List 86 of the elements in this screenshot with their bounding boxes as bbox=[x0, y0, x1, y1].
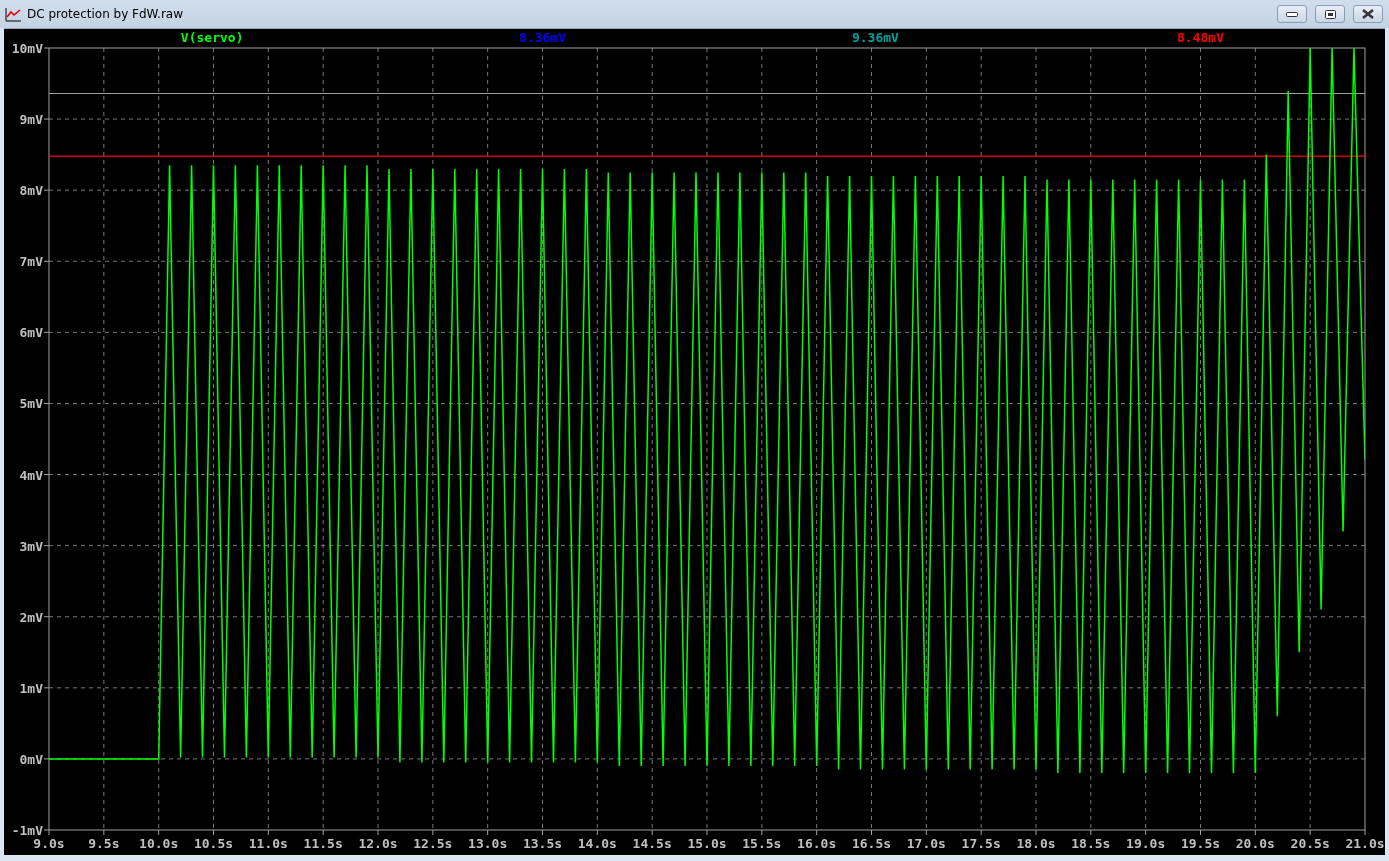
x-tick bbox=[487, 829, 489, 836]
x-tick bbox=[761, 829, 763, 836]
y-tick bbox=[43, 189, 50, 191]
y-tick-label: 10mV bbox=[11, 41, 43, 56]
x-tick-label: 9.5s bbox=[88, 836, 120, 851]
y-tick-label: -1mV bbox=[11, 823, 43, 838]
x-tick-label: 10.5s bbox=[193, 836, 234, 851]
x-tick-label: 18.0s bbox=[1016, 836, 1056, 851]
y-tick-label: 1mV bbox=[19, 680, 43, 696]
x-tick bbox=[651, 829, 653, 836]
x-tick bbox=[267, 829, 269, 836]
x-tick bbox=[1200, 829, 1201, 836]
x-tick-label: 21.0s bbox=[1345, 836, 1385, 851]
y-tick-label: 6mV bbox=[19, 325, 43, 341]
x-tick bbox=[542, 829, 543, 836]
x-tick bbox=[706, 829, 708, 836]
x-tick-label: 11.0s bbox=[248, 836, 288, 851]
x-tick bbox=[1145, 829, 1147, 836]
x-tick bbox=[871, 829, 872, 836]
y-tick-label: 8mV bbox=[19, 183, 43, 199]
y-tick bbox=[43, 118, 50, 120]
x-tick bbox=[158, 829, 160, 836]
y-tick bbox=[43, 616, 50, 618]
x-tick-label: 16.0s bbox=[797, 836, 837, 851]
x-tick bbox=[1035, 829, 1037, 836]
x-tick bbox=[596, 829, 598, 836]
y-tick-label: 3mV bbox=[19, 538, 43, 554]
y-tick bbox=[43, 758, 50, 760]
y-tick-label: 4mV bbox=[19, 467, 43, 483]
restore-button[interactable] bbox=[1315, 5, 1345, 23]
y-tick bbox=[43, 260, 50, 262]
x-tick-label: 11.5s bbox=[303, 836, 343, 851]
x-tick-label: 19.0s bbox=[1126, 836, 1166, 851]
x-tick-label: 16.5s bbox=[851, 836, 892, 851]
cursor-readout: 9.36mV bbox=[851, 30, 899, 45]
close-button[interactable] bbox=[1353, 5, 1383, 23]
y-tick bbox=[43, 402, 50, 404]
y-tick bbox=[43, 687, 50, 689]
y-tick-label: 7mV bbox=[19, 254, 43, 270]
y-tick-label: 0mV bbox=[19, 751, 43, 767]
minimize-icon bbox=[1286, 11, 1298, 17]
x-tick bbox=[1309, 829, 1311, 836]
close-icon bbox=[1362, 9, 1374, 19]
x-tick-label: 10.0s bbox=[139, 836, 179, 851]
y-tick bbox=[43, 47, 50, 49]
x-tick-label: 20.5s bbox=[1290, 836, 1330, 851]
x-tick bbox=[1090, 829, 1092, 836]
x-tick bbox=[322, 829, 324, 836]
x-tick-label: 14.0s bbox=[577, 836, 617, 851]
chart-app-icon bbox=[5, 6, 22, 22]
x-tick-label: 14.5s bbox=[632, 836, 672, 851]
x-tick-label: 18.5s bbox=[1071, 836, 1111, 851]
x-tick bbox=[1254, 829, 1256, 836]
cursor-readout: 8.48mV bbox=[1177, 30, 1224, 45]
y-tick-label: 9mV bbox=[19, 112, 43, 128]
x-tick-label: 20.0s bbox=[1235, 836, 1275, 851]
x-tick bbox=[816, 829, 818, 836]
x-tick-label: 15.5s bbox=[742, 836, 782, 851]
window-title: DC protection by FdW.raw bbox=[27, 7, 184, 21]
y-tick-label: 2mV bbox=[19, 609, 43, 625]
x-tick bbox=[213, 829, 214, 836]
trace-name: V(servo) bbox=[180, 30, 244, 45]
x-tick-label: 12.0s bbox=[358, 836, 398, 851]
x-tick-label: 13.5s bbox=[522, 836, 563, 851]
y-tick bbox=[43, 474, 50, 476]
x-tick bbox=[1364, 829, 1366, 836]
x-tick bbox=[980, 829, 982, 836]
x-tick-label: 12.5s bbox=[413, 836, 453, 851]
minimize-button[interactable] bbox=[1277, 5, 1307, 23]
restore-icon bbox=[1324, 9, 1336, 19]
x-tick-label: 13.0s bbox=[468, 836, 508, 851]
x-tick-label: 15.0s bbox=[687, 836, 727, 851]
y-tick-label: 5mV bbox=[19, 396, 43, 412]
x-tick bbox=[432, 829, 434, 836]
x-tick bbox=[925, 829, 927, 836]
x-tick-label: 19.5s bbox=[1180, 836, 1221, 851]
y-tick bbox=[43, 545, 50, 547]
x-tick-label: 9.0s bbox=[33, 836, 65, 851]
x-tick bbox=[377, 829, 379, 836]
x-tick bbox=[103, 829, 105, 836]
y-tick bbox=[43, 331, 50, 333]
x-tick-label: 17.5s bbox=[961, 836, 1001, 851]
x-tick-label: 17.0s bbox=[906, 836, 946, 851]
x-tick bbox=[48, 829, 50, 836]
y-tick bbox=[43, 829, 50, 831]
cursor-readout: 8.36mV bbox=[519, 30, 566, 45]
